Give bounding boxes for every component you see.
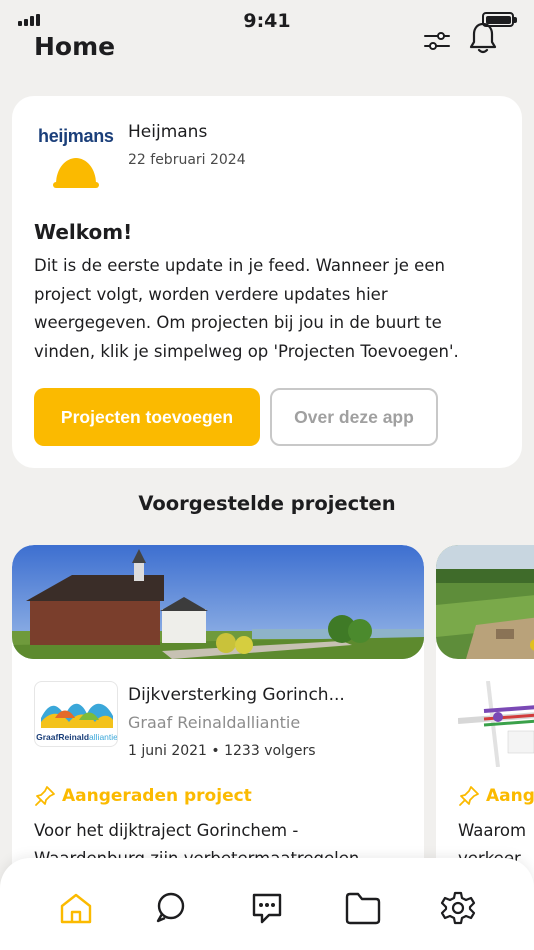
pin-icon	[35, 786, 55, 806]
home-icon	[60, 893, 91, 924]
filter-button[interactable]	[420, 26, 454, 56]
org-logo-text-b: Reinald	[58, 732, 90, 742]
gear-icon	[441, 891, 476, 925]
org-logo-text-c: alliantie	[89, 732, 118, 742]
folder-icon	[345, 892, 380, 925]
pin-icon	[459, 786, 479, 806]
sliders-icon	[424, 32, 450, 50]
helmet-icon	[53, 158, 99, 188]
search-icon	[157, 892, 185, 923]
notifications-button[interactable]	[466, 20, 500, 56]
recommended-label: Aangeraden project	[62, 786, 252, 806]
project-meta: 1 juni 2021 • 1233 volgers	[128, 743, 316, 759]
project-card[interactable]: Aang Waarom verkeer	[436, 545, 534, 905]
nav-home[interactable]	[54, 886, 98, 930]
page-title: Home	[34, 32, 116, 61]
recommended-badge: Aangeraden project	[34, 785, 252, 807]
recommended-badge: Aang	[458, 785, 534, 807]
bell-icon	[469, 22, 497, 54]
welcome-body: Dit is de eerste update in je feed. Wann…	[34, 256, 459, 361]
project-title: Dijkversterking Gorinch...	[128, 685, 345, 705]
bottom-navigation	[0, 858, 534, 950]
project-photo	[12, 545, 424, 659]
post-date: 22 februari 2024	[128, 152, 246, 168]
about-app-button[interactable]: Over deze app	[270, 388, 438, 446]
project-organization: Graaf Reinaldalliantie	[128, 713, 301, 732]
welcome-post-card: heijmans Heijmans 22 februari 2024 Welko…	[12, 96, 522, 468]
welcome-heading: Welkom!	[34, 220, 133, 244]
brand-wordmark: heijmans	[38, 126, 114, 146]
nav-settings[interactable]	[436, 886, 480, 930]
post-author: Heijmans	[128, 122, 208, 142]
project-card[interactable]: GraafReinaldalliantie Dijkversterking Go…	[12, 545, 424, 905]
add-projects-button[interactable]: Projecten toevoegen	[34, 388, 260, 446]
project-photo	[436, 545, 534, 659]
nav-messages[interactable]	[245, 886, 289, 930]
nav-projects[interactable]	[341, 886, 385, 930]
nav-search[interactable]	[149, 886, 193, 930]
suggested-projects-title: Voorgestelde projecten	[138, 492, 396, 515]
heijmans-logo: heijmans	[38, 126, 114, 196]
chat-bubble-icon	[252, 893, 282, 924]
graaf-reinald-logo: GraafReinaldalliantie	[34, 681, 118, 747]
org-logo-text-a: Graaf	[36, 732, 59, 742]
project-map-thumbnail	[458, 681, 534, 767]
recommended-label: Aang	[486, 786, 534, 806]
